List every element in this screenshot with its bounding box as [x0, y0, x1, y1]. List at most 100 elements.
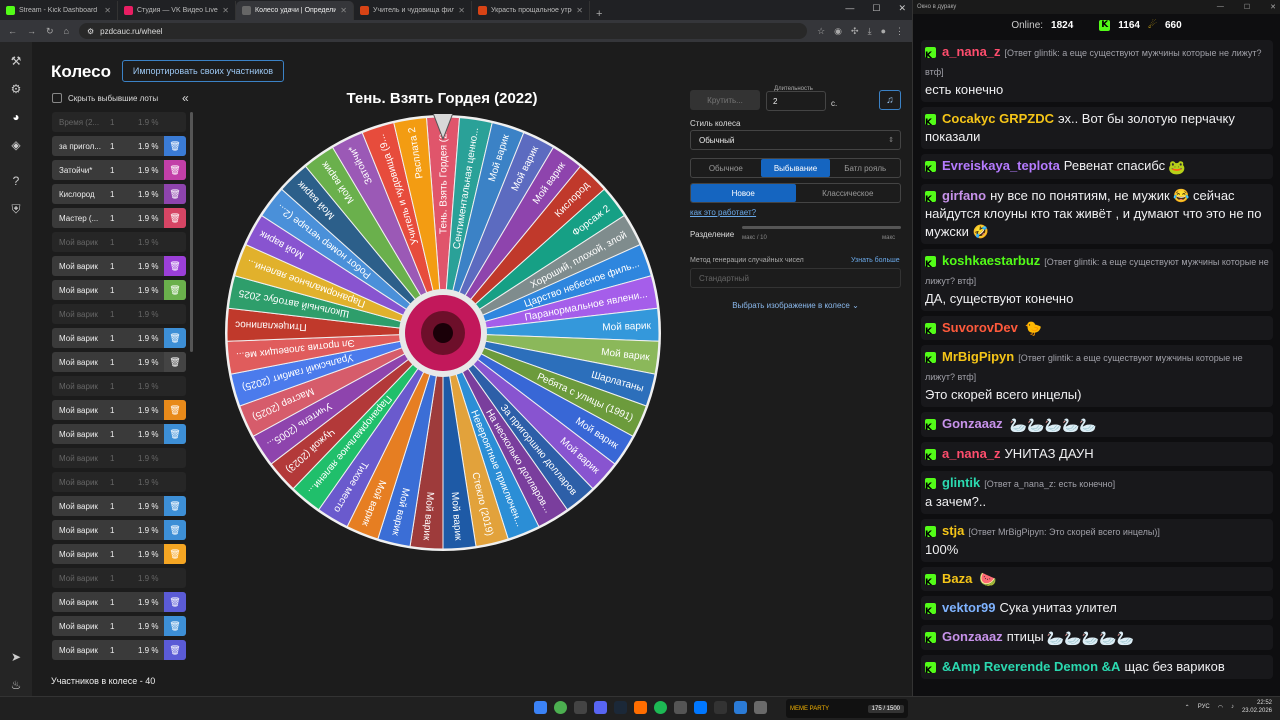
duration-input[interactable]: 2: [766, 91, 826, 111]
telegram-icon[interactable]: ➤: [6, 648, 26, 666]
chat-username[interactable]: koshkaestarbuz: [942, 253, 1040, 268]
participant-row[interactable]: Мой варик 1 1.9 % 🗑: [52, 616, 186, 636]
auction-icon[interactable]: ⚒: [6, 52, 26, 70]
wifi-icon[interactable]: ◠: [1218, 704, 1223, 711]
list-scrollbar[interactable]: [190, 112, 193, 352]
steam-icon[interactable]: [614, 701, 627, 714]
collapse-icon[interactable]: «: [182, 91, 189, 105]
music-icon[interactable]: ♫: [879, 90, 901, 110]
browser-tab[interactable]: Учитель и чудовища фильм, У...✕: [354, 1, 472, 20]
volume-icon[interactable]: ♪: [1231, 704, 1234, 710]
chat-username[interactable]: a_nana_z: [942, 446, 1001, 461]
participant-row[interactable]: Мой варик 1 1.9 % 🗑: [52, 256, 186, 276]
segment-option[interactable]: Выбывание: [760, 159, 831, 177]
chat-username[interactable]: glintik: [942, 475, 980, 490]
language-indicator[interactable]: РУС: [1198, 704, 1210, 710]
browser-tab[interactable]: Украсть прощальное утро цен... ✕: [472, 1, 590, 20]
delete-participant-icon[interactable]: 🗑: [164, 328, 186, 348]
chat-username[interactable]: SuvorovDev: [942, 320, 1018, 335]
layers-icon[interactable]: ◈: [6, 136, 26, 154]
browser-tab[interactable]: Колесо удачи | Определите п... ✕: [236, 1, 354, 20]
download-icon[interactable]: ⤓: [868, 26, 872, 37]
tab-close-icon[interactable]: ✕: [576, 6, 583, 15]
chat-username[interactable]: Cocakyc GRPZDC: [942, 111, 1054, 126]
participant-row[interactable]: Мой варик 1 1.9 % 🗑: [52, 592, 186, 612]
browser-tab[interactable]: Студия — VK Видео Live ✕: [118, 1, 236, 20]
separation-slider[interactable]: [742, 226, 901, 229]
delete-participant-icon[interactable]: 🗑: [164, 136, 186, 156]
forward-icon[interactable]: →: [27, 26, 36, 36]
media-icon[interactable]: [714, 701, 727, 714]
app-icon[interactable]: [674, 701, 687, 714]
chat-username[interactable]: a_nana_z: [942, 44, 1001, 59]
chat-maximize-icon[interactable]: ☐: [1244, 3, 1250, 11]
delete-participant-icon[interactable]: 🗑: [164, 256, 186, 276]
rng-method-select[interactable]: Стандартный: [690, 268, 901, 288]
chat-username[interactable]: MrBigPipyn: [942, 349, 1014, 364]
participant-row[interactable]: Мой варик 1 1.9 % 🗑: [52, 520, 186, 540]
delete-participant-icon[interactable]: 🗑: [164, 520, 186, 540]
chat-close-icon[interactable]: ✕: [1270, 3, 1276, 11]
start-icon[interactable]: [534, 701, 547, 714]
delete-participant-icon[interactable]: 🗑: [164, 208, 186, 228]
vk-app-icon[interactable]: [694, 701, 707, 714]
segment-option[interactable]: Обычное: [691, 159, 761, 177]
site-info-icon[interactable]: ⚙: [87, 27, 94, 36]
tab-close-icon[interactable]: ✕: [222, 6, 229, 15]
participant-row[interactable]: Мастер (... 1 1.9 % 🗑: [52, 208, 186, 228]
participant-row[interactable]: Мой варик 1 1.9 %: [52, 568, 186, 588]
select-wheel-image-button[interactable]: Выбрать изображение в колесе ⌄: [690, 301, 901, 310]
tab-close-icon[interactable]: ✕: [458, 6, 465, 15]
delete-participant-icon[interactable]: 🗑: [164, 160, 186, 180]
participant-row[interactable]: Мой варик 1 1.9 % 🗑: [52, 400, 186, 420]
home-icon[interactable]: ⌂: [64, 26, 69, 36]
participant-row[interactable]: Мой варик 1 1.9 % 🗑: [52, 328, 186, 348]
tab-close-icon[interactable]: ✕: [104, 6, 111, 15]
hide-eliminated-toggle[interactable]: Скрыть выбывшие лоты: [52, 93, 158, 103]
participant-row[interactable]: Мой варик 1 1.9 %: [52, 448, 186, 468]
participant-row[interactable]: Мой варик 1 1.9 %: [52, 232, 186, 252]
participant-row[interactable]: Мой варик 1 1.9 % 🗑: [52, 352, 186, 372]
delete-participant-icon[interactable]: 🗑: [164, 424, 186, 444]
clock[interactable]: 22:52 23.02.2026: [1242, 699, 1272, 715]
close-icon[interactable]: ✕: [898, 3, 906, 14]
menu-icon[interactable]: ⋮: [895, 26, 904, 37]
folder-icon[interactable]: [634, 701, 647, 714]
browser-tab[interactable]: Stream - Kick Dashboard ✕: [0, 1, 118, 20]
brand-icon[interactable]: ♨: [6, 676, 26, 694]
profile-icon[interactable]: ●: [881, 26, 886, 37]
telegram-app-icon[interactable]: [734, 701, 747, 714]
tab-close-icon[interactable]: ✕: [340, 6, 347, 15]
participant-row[interactable]: Мой варик 1 1.9 % 🗑: [52, 544, 186, 564]
back-icon[interactable]: ←: [8, 26, 17, 36]
hide-eliminated-checkbox[interactable]: [52, 93, 62, 103]
delete-participant-icon[interactable]: 🗑: [164, 400, 186, 420]
reload-icon[interactable]: ↻: [46, 26, 54, 37]
extension-icon[interactable]: ◉: [834, 26, 842, 37]
participant-row[interactable]: Время (2... 1 1.9 %: [52, 112, 186, 132]
bookmark-icon[interactable]: ☆: [817, 26, 825, 37]
learn-more-link[interactable]: Узнать больше: [851, 257, 900, 264]
chrome-icon[interactable]: [554, 701, 567, 714]
chat-minimize-icon[interactable]: —: [1217, 3, 1224, 11]
terminal-icon[interactable]: [754, 701, 767, 714]
delete-participant-icon[interactable]: 🗑: [164, 640, 186, 660]
new-tab-button[interactable]: +: [590, 8, 608, 20]
delete-participant-icon[interactable]: 🗑: [164, 184, 186, 204]
segment-option[interactable]: Батл рояль: [830, 159, 900, 177]
participant-row[interactable]: Мой варик 1 1.9 % 🗑: [52, 640, 186, 660]
discord-icon[interactable]: [594, 701, 607, 714]
chat-username[interactable]: Gonzaaaz: [942, 629, 1003, 644]
puzzle-icon[interactable]: ✣: [851, 26, 859, 37]
participant-row[interactable]: Кислород 1 1.9 % 🗑: [52, 184, 186, 204]
participant-row[interactable]: Мой варик 1 1.9 % 🗑: [52, 496, 186, 516]
participant-row[interactable]: Мой варик 1 1.9 % 🗑: [52, 280, 186, 300]
shield-icon[interactable]: ⛨: [6, 200, 26, 218]
participant-row[interactable]: за пригол... 1 1.9 % 🗑: [52, 136, 186, 156]
delete-participant-icon[interactable]: 🗑: [164, 592, 186, 612]
participant-row[interactable]: Мой варик 1 1.9 %: [52, 376, 186, 396]
delete-participant-icon[interactable]: 🗑: [164, 496, 186, 516]
segment-option[interactable]: Классическое: [796, 184, 901, 202]
chat-username[interactable]: &Amp Reverende Demon &A: [942, 659, 1120, 674]
wheel-nav-icon[interactable]: ◕: [6, 108, 26, 126]
